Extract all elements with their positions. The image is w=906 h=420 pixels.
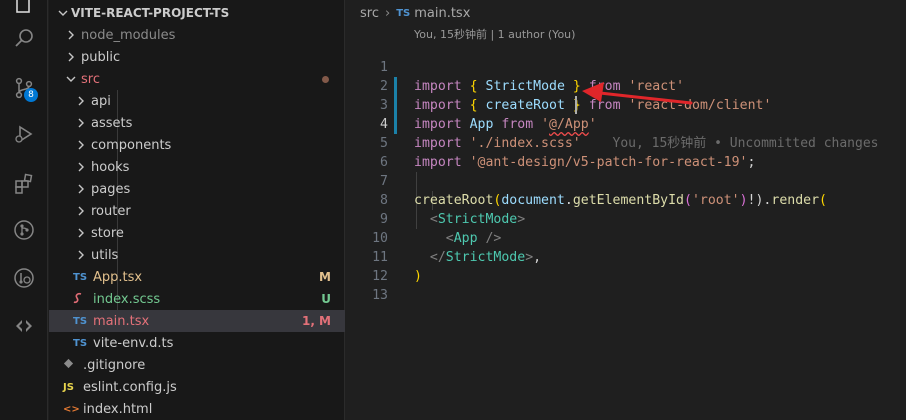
file-eslint-config[interactable]: JS eslint.config.js — [49, 376, 345, 398]
typescript-file-icon: TS — [396, 8, 411, 19]
run-debug-icon[interactable] — [8, 118, 40, 150]
chevron-down-icon — [55, 5, 71, 21]
code-line-active: 4 import './index.scss' You, 15秒钟前 • Unc… — [346, 96, 906, 151]
file-index-html[interactable]: <> index.html — [49, 398, 345, 420]
folder-label: utils — [91, 247, 119, 263]
code-line: 13 — [346, 267, 906, 303]
scss-file-icon — [73, 292, 91, 307]
breadcrumb-folder[interactable]: src — [360, 6, 379, 21]
file-label: index.html — [83, 401, 153, 417]
git-lens-icon[interactable] — [8, 262, 40, 294]
source-control-badge: 8 — [24, 88, 38, 102]
code-line: 11 ) — [346, 229, 906, 284]
chevron-right-icon — [73, 93, 89, 109]
chevron-right-icon — [73, 247, 89, 263]
folder-store[interactable]: store — [49, 222, 345, 244]
breadcrumb-file[interactable]: main.tsx — [414, 6, 470, 21]
folder-pages[interactable]: pages — [49, 178, 345, 200]
chevron-right-icon — [73, 137, 89, 153]
folder-hooks[interactable]: hooks — [49, 156, 345, 178]
code-line: 6 — [346, 134, 906, 170]
file-label: main.tsx — [93, 313, 150, 329]
folder-label: hooks — [91, 159, 130, 175]
folder-label: node_modules — [81, 27, 176, 43]
git-status-modified: M — [319, 270, 331, 284]
explorer-icon[interactable] — [8, 0, 40, 20]
code-line: 1 import { StrictMode } from 'react' — [346, 39, 906, 94]
chevron-right-icon — [73, 181, 89, 197]
file-gitignore[interactable]: .gitignore — [49, 354, 345, 376]
chevron-right-icon — [73, 225, 89, 241]
line-number: 13 — [372, 288, 388, 303]
code-line: 2 import { createRoot } from 'react-dom/… — [346, 58, 906, 113]
folder-router[interactable]: router — [49, 200, 345, 222]
workspace-root-title: VITE-REACT-PROJECT-TS — [71, 6, 230, 20]
folder-label: pages — [91, 181, 131, 197]
chevron-right-icon: › — [384, 6, 391, 21]
git-status-error-modified: 1, M — [301, 314, 331, 328]
folder-label: api — [91, 93, 111, 109]
folder-assets[interactable]: assets — [49, 112, 345, 134]
file-label: .gitignore — [83, 357, 146, 373]
activity-bar: 8 — [0, 0, 48, 420]
text-cursor — [575, 96, 577, 114]
file-label: index.scss — [93, 291, 161, 307]
folder-src[interactable]: src — [49, 68, 345, 90]
folder-components[interactable]: components — [49, 134, 345, 156]
file-index-scss[interactable]: index.scss U — [49, 288, 345, 310]
folder-label: assets — [91, 115, 133, 131]
html-file-icon: <> — [63, 403, 80, 415]
folder-node-modules[interactable]: node_modules — [49, 24, 345, 46]
code-line: 5 import '@ant-design/v5-patch-for-react… — [346, 115, 906, 170]
source-control-icon[interactable]: 8 — [8, 72, 40, 104]
chevron-down-icon — [63, 71, 79, 87]
git-graph-icon[interactable] — [8, 214, 40, 246]
file-app-tsx[interactable]: TS App.tsx M — [49, 266, 345, 288]
folder-label: public — [81, 49, 121, 65]
file-label: eslint.config.js — [83, 379, 177, 395]
chevron-right-icon — [73, 203, 89, 219]
git-file-icon — [63, 358, 81, 372]
git-status-untracked: U — [321, 292, 331, 306]
chevron-right-icon — [73, 159, 89, 175]
chevron-right-icon — [63, 49, 79, 65]
code-line: 9 <App /> — [346, 191, 906, 246]
code-line: 3 import App from '@/App' — [346, 77, 906, 132]
folder-public[interactable]: public — [49, 46, 345, 68]
code-line: 8 <StrictMode> — [346, 172, 906, 227]
typescript-file-icon: TS — [73, 271, 88, 283]
code-line: 12 — [346, 248, 906, 284]
folder-api[interactable]: api — [49, 90, 345, 112]
file-vite-env[interactable]: TS vite-env.d.ts — [49, 332, 345, 354]
chevron-right-icon — [73, 115, 89, 131]
folder-label: components — [91, 137, 172, 153]
workspace-root[interactable]: VITE-REACT-PROJECT-TS — [55, 2, 351, 24]
remote-icon[interactable] — [8, 310, 40, 342]
code-editor[interactable]: src › TS main.tsx You, 15秒钟前 | 1 author … — [346, 0, 906, 420]
code-line: 10 </StrictMode>, — [346, 210, 906, 265]
file-label: App.tsx — [93, 269, 143, 285]
typescript-file-icon: TS — [73, 315, 88, 327]
breadcrumb: src › TS main.tsx — [360, 6, 470, 21]
folder-label: router — [91, 203, 131, 219]
folder-label: store — [91, 225, 124, 241]
explorer-sidebar: VITE-REACT-PROJECT-TS node_modules publi… — [49, 0, 345, 420]
search-icon[interactable] — [8, 22, 40, 54]
modified-dot — [322, 75, 329, 83]
file-main-tsx[interactable]: TS main.tsx 1, M — [49, 310, 345, 332]
chevron-right-icon — [63, 27, 79, 43]
file-label: vite-env.d.ts — [93, 335, 174, 351]
folder-label: src — [81, 71, 100, 87]
javascript-file-icon: JS — [63, 381, 74, 393]
extensions-icon[interactable] — [8, 168, 40, 200]
code-line: 7 createRoot(document.getElementById('ro… — [346, 153, 906, 208]
folder-utils[interactable]: utils — [49, 244, 345, 266]
typescript-file-icon: TS — [73, 337, 88, 349]
